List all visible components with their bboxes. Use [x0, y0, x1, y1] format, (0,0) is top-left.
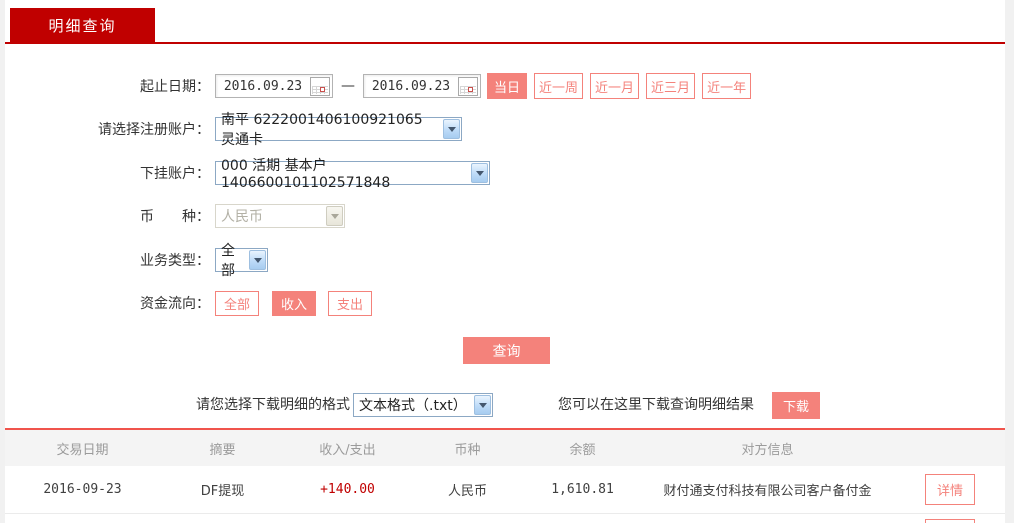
calendar-icon[interactable] [458, 76, 478, 96]
table-row: 2016-09-23 DF提现 +140.00 人民币 1,610.81 财付通… [5, 466, 1005, 514]
sub-account-value: 000 活期 基本户 1406600101102571848 [221, 158, 391, 191]
query-button[interactable]: 查询 [463, 337, 550, 364]
register-account-row: 请选择注册账户： 南平 6222001406100921065 灵通卡 [5, 112, 1005, 148]
fund-flow-income-button[interactable]: 收入 [272, 290, 317, 316]
content-panel: 明细查询 起止日期： 2016.09.23 — 2016.09.23 当日 近一… [5, 0, 1005, 523]
download-button[interactable]: 下载 [772, 392, 820, 419]
cell-balance: 1,610.81 [551, 482, 614, 497]
download-format-select[interactable]: 文本格式（.txt） [353, 393, 493, 417]
sub-account-select[interactable]: 000 活期 基本户 1406600101102571848 [215, 158, 490, 191]
chevron-down-icon [474, 395, 491, 415]
detail-button[interactable]: 详情 [924, 474, 975, 505]
fund-flow-row: 资金流向： 全部 收入 支出 [5, 290, 1005, 316]
quick-range-year-button[interactable]: 近一年 [702, 73, 752, 99]
detail-button[interactable]: 详情 [924, 519, 975, 523]
sub-account-row: 下挂账户： 000 活期 基本户 1406600101102571848 [5, 158, 1005, 191]
cell-counterparty: 财付通支付科技有限公司客户备付金 [663, 484, 872, 499]
cell-date: 2016-09-23 [43, 482, 122, 497]
business-type-row: 业务类型： 全部 [5, 243, 1005, 279]
fund-flow-all-button[interactable]: 全部 [215, 290, 260, 316]
cell-summary: DF提现 [200, 484, 245, 499]
currency-label: 币 种： [140, 209, 210, 225]
end-date-value: 2016.09.23 [371, 78, 451, 94]
end-date-input[interactable]: 2016.09.23 [363, 74, 481, 98]
business-type-select[interactable]: 全部 [215, 243, 268, 279]
currency-select: 人民币 [215, 204, 345, 228]
header-currency: 币种 [454, 442, 481, 458]
chevron-down-icon [443, 119, 460, 139]
tab-underline [5, 42, 1005, 44]
date-range-label: 起止日期： [140, 79, 210, 95]
register-account-value: 南平 6222001406100921065 灵通卡 [221, 112, 423, 148]
quick-range-week-button[interactable]: 近一周 [534, 73, 584, 99]
header-balance: 余额 [569, 442, 596, 458]
detail-query-page: 明细查询 起止日期： 2016.09.23 — 2016.09.23 当日 近一… [0, 0, 1014, 523]
download-format-label: 请您选择下载明细的格式 [196, 397, 350, 413]
quick-range-month-button[interactable]: 近一月 [590, 73, 640, 99]
register-account-label: 请选择注册账户： [98, 122, 210, 138]
business-type-value: 全部 [221, 243, 235, 279]
chevron-down-icon [326, 206, 343, 226]
download-format-value: 文本格式（.txt） [359, 398, 467, 414]
currency-row: 币 种： 人民币 [5, 203, 1005, 229]
tab-detail-query[interactable]: 明细查询 [10, 8, 155, 42]
calendar-icon-day-marker [320, 86, 325, 92]
header-date: 交易日期 [56, 442, 109, 458]
cell-currency: 人民币 [447, 484, 487, 499]
date-range-separator: — [341, 78, 355, 94]
header-amount: 收入/支出 [319, 442, 376, 458]
chevron-down-icon [249, 250, 266, 270]
currency-value: 人民币 [221, 209, 263, 225]
business-type-label: 业务类型： [140, 253, 210, 269]
cell-amount: +140.00 [320, 482, 375, 497]
header-counterparty: 对方信息 [741, 442, 794, 458]
header-summary: 摘要 [209, 442, 236, 458]
sub-account-label: 下挂账户： [140, 166, 210, 182]
results-table: 交易日期 摘要 收入/支出 币种 余额 对方信息 2016-09-23 DF提现… [5, 428, 1005, 523]
start-date-input[interactable]: 2016.09.23 [215, 74, 333, 98]
download-hint-text: 您可以在这里下载查询明细结果 [558, 397, 754, 413]
start-date-value: 2016.09.23 [223, 78, 303, 94]
table-row-partial: 详情 [5, 514, 1005, 523]
chevron-down-icon [471, 163, 488, 183]
fund-flow-expense-button[interactable]: 支出 [328, 290, 373, 316]
date-range-row: 起止日期： 2016.09.23 — 2016.09.23 当日 近一周 近一月… [5, 73, 1005, 99]
quick-range-today-button[interactable]: 当日 [487, 73, 528, 99]
table-header-row: 交易日期 摘要 收入/支出 币种 余额 对方信息 [5, 428, 1005, 466]
calendar-icon-day-marker [468, 86, 473, 92]
fund-flow-label: 资金流向： [140, 296, 210, 312]
download-row: 请您选择下载明细的格式 文本格式（.txt） 您可以在这里下载查询明细结果 下载 [5, 392, 1005, 419]
quick-range-quarter-button[interactable]: 近三月 [646, 73, 696, 99]
calendar-icon[interactable] [310, 76, 330, 96]
register-account-select[interactable]: 南平 6222001406100921065 灵通卡 [215, 112, 462, 148]
